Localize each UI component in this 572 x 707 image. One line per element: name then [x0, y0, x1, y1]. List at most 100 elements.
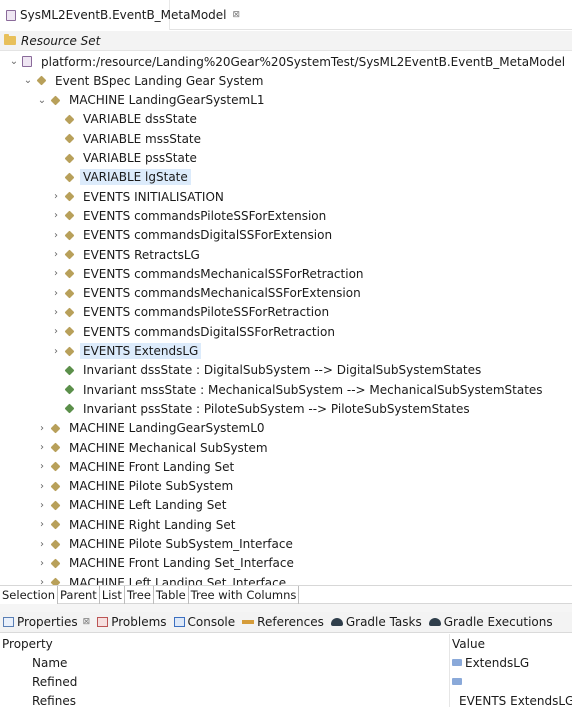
tree-row[interactable]: › EVENTS commandsDigitalSSForExtension	[50, 226, 335, 245]
chevron-right-icon[interactable]: ›	[36, 477, 48, 496]
tree-item-label: EVENTS commandsPiloteSSForRetraction	[83, 305, 330, 320]
chevron-right-icon[interactable]: ›	[50, 342, 62, 361]
tree-row[interactable]: › MACHINE Front Landing Set_Interface	[36, 554, 297, 573]
subtab-tree-with-columns[interactable]: Tree with Columns	[189, 586, 300, 604]
editor-tab-title: SysML2EventB.EventB_MetaModel	[20, 8, 227, 22]
editor-tab[interactable]: SysML2EventB.EventB_MetaModel ⊠	[0, 0, 240, 30]
chevron-right-icon[interactable]: ›	[36, 535, 48, 554]
resource-set-label: Resource Set	[21, 33, 101, 48]
view-tab-label: Gradle Tasks	[345, 615, 422, 629]
chevron-right-icon[interactable]: ›	[50, 264, 62, 283]
tree-row[interactable]: Invariant mssState : MechanicalSubSystem…	[50, 380, 546, 399]
tree-row[interactable]: › MACHINE Left Landing Set	[36, 496, 229, 515]
subtab-tree[interactable]: Tree	[125, 586, 154, 604]
tree-item-label: Invariant dssState : DigitalSubSystem --…	[83, 363, 482, 378]
tree-item-label: MACHINE Left Landing Set_Interface	[69, 575, 287, 585]
chevron-down-icon[interactable]: ⌄	[8, 52, 20, 71]
tree-row[interactable]: › EVENTS ExtendsLG	[50, 342, 202, 361]
tree-item-label: EVENTS INITIALISATION	[83, 189, 224, 204]
element-icon	[62, 322, 76, 341]
subtab-selection[interactable]: Selection	[0, 586, 58, 604]
tree-item-label: Invariant pssState : PiloteSubSystem -->…	[83, 401, 470, 416]
tree-row[interactable]: VARIABLE lgState	[50, 168, 191, 187]
chevron-right-icon[interactable]: ›	[36, 573, 48, 585]
tree-item-label: EVENTS commandsDigitalSSForRetraction	[83, 324, 335, 339]
view-tab-problems[interactable]: Problems	[97, 615, 167, 629]
subtab-parent[interactable]: Parent	[58, 586, 100, 604]
chevron-right-icon[interactable]: ›	[36, 457, 48, 476]
element-icon	[62, 342, 76, 361]
property-column-header: Property	[2, 636, 53, 651]
tree-row[interactable]: › EVENTS commandsMechanicalSSForRetractio…	[50, 264, 367, 283]
property-value[interactable]: ExtendsLG	[465, 656, 529, 670]
tree-item-label: MACHINE LandingGearSystemL1	[69, 93, 265, 108]
close-icon[interactable]: ⊠	[83, 617, 91, 627]
chevron-right-icon[interactable]: ›	[36, 515, 48, 534]
tree-row[interactable]: › MACHINE Pilote SubSystem	[36, 477, 236, 496]
tree-row[interactable]: › MACHINE Right Landing Set	[36, 515, 238, 534]
tree-item-label: VARIABLE mssState	[83, 131, 202, 146]
chevron-right-icon[interactable]: ›	[50, 303, 62, 322]
tree-row[interactable]: VARIABLE mssState	[50, 129, 204, 148]
tree-row[interactable]: VARIABLE pssState	[50, 149, 200, 168]
chevron-right-icon[interactable]: ›	[36, 438, 48, 457]
chevron-right-icon[interactable]: ›	[36, 554, 48, 573]
tree-row[interactable]: › MACHINE Left Landing Set_Interface	[36, 573, 289, 585]
chevron-down-icon[interactable]: ⌄	[22, 71, 34, 90]
tree-row[interactable]: Invariant dssState : DigitalSubSystem --…	[50, 361, 484, 380]
chevron-down-icon[interactable]: ⌄	[36, 91, 48, 110]
tree-row[interactable]: › EVENTS commandsPiloteSSForExtension	[50, 206, 329, 225]
chevron-right-icon[interactable]: ›	[50, 284, 62, 303]
property-row[interactable]: Name ExtendsLG	[0, 653, 572, 672]
element-icon	[48, 554, 62, 573]
tree-row[interactable]: VARIABLE dssState	[50, 110, 200, 129]
references-icon	[242, 620, 255, 624]
chevron-right-icon[interactable]: ›	[50, 322, 62, 341]
view-tab-console[interactable]: Console	[173, 615, 235, 629]
element-icon	[62, 149, 76, 168]
problems-icon	[97, 617, 109, 627]
tree-row[interactable]: › EVENTS commandsPiloteSSForRetraction	[50, 303, 332, 322]
property-value[interactable]: EVENTS ExtendsLGS	[459, 694, 572, 707]
chevron-right-icon[interactable]: ›	[50, 245, 62, 264]
tree-row[interactable]: Invariant pssState : PiloteSubSystem -->…	[50, 399, 473, 418]
close-icon[interactable]: ⊠	[233, 10, 241, 20]
view-tab-properties[interactable]: Properties ⊠	[3, 615, 90, 629]
view-tab-gradle-tasks[interactable]: Gradle Tasks	[330, 615, 422, 629]
tree-row[interactable]: › MACHINE Mechanical SubSystem	[36, 438, 271, 457]
tree-row[interactable]: ⌄ platform:/resource/Landing%20Gear%20Sys…	[8, 52, 568, 71]
chevron-right-icon[interactable]: ›	[50, 206, 62, 225]
tree-row[interactable]: › EVENTS commandsDigitalSSForRetraction	[50, 322, 338, 341]
tree-row[interactable]: ⌄ MACHINE LandingGearSystemL1	[36, 91, 268, 110]
tree-row[interactable]: › EVENTS commandsMechanicalSSForExtension	[50, 284, 364, 303]
tree-row[interactable]: › EVENTS INITIALISATION	[50, 187, 227, 206]
properties-header-row: Property Value	[0, 634, 572, 653]
view-tab-gradle-executions[interactable]: Gradle Executions	[428, 615, 553, 629]
element-icon	[62, 226, 76, 245]
tree-row[interactable]: › MACHINE LandingGearSystemL0	[36, 419, 268, 438]
property-name: Refined	[32, 674, 78, 689]
subtab-table[interactable]: Table	[154, 586, 189, 604]
property-row[interactable]: Refined	[0, 672, 572, 691]
view-tab-references[interactable]: References	[242, 615, 324, 629]
chevron-right-icon[interactable]: ›	[50, 226, 62, 245]
tree-row[interactable]: › EVENTS RetractsLG	[50, 245, 203, 264]
chevron-right-icon[interactable]: ›	[36, 496, 48, 515]
separator	[0, 604, 572, 612]
element-icon	[62, 110, 76, 129]
property-row[interactable]: Refines EVENTS ExtendsLGS	[0, 691, 572, 707]
element-icon	[48, 477, 62, 496]
tree-row[interactable]: › MACHINE Front Landing Set	[36, 457, 237, 476]
tree-row[interactable]: ⌄ Event BSpec Landing Gear System	[22, 71, 266, 90]
chevron-right-icon[interactable]: ›	[50, 187, 62, 206]
element-icon	[62, 129, 76, 148]
chevron-right-icon[interactable]: ›	[36, 419, 48, 438]
subtab-list[interactable]: List	[100, 586, 125, 604]
tree-row[interactable]: › MACHINE Pilote SubSystem_Interface	[36, 535, 296, 554]
tree-item-label: Invariant mssState : MechanicalSubSystem…	[83, 382, 543, 397]
